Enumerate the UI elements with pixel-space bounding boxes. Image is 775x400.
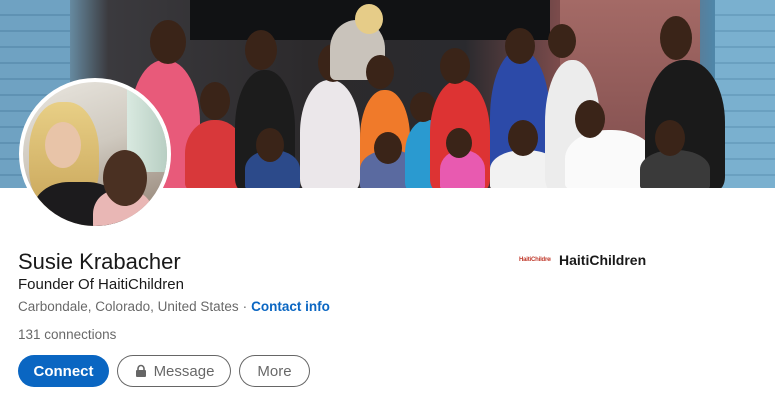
profile-location: Carbondale, Colorado, United States: [18, 299, 239, 314]
more-button[interactable]: More: [239, 355, 310, 387]
current-company[interactable]: HaitiChildren HaitiChildren: [519, 252, 646, 268]
more-button-label: More: [257, 362, 292, 380]
lock-icon: [134, 364, 148, 378]
connect-button-label: Connect: [33, 362, 94, 380]
message-button[interactable]: Message: [117, 355, 231, 387]
location-separator: ·: [242, 299, 248, 314]
connections-number: 131: [18, 327, 41, 342]
company-name: HaitiChildren: [559, 252, 647, 268]
profile-avatar[interactable]: [19, 78, 171, 230]
message-button-label: Message: [153, 362, 215, 380]
connections-count[interactable]: 131 connections: [18, 326, 116, 344]
location-row: Carbondale, Colorado, United States · Cont…: [18, 298, 330, 316]
contact-info-link[interactable]: Contact info: [251, 299, 330, 314]
company-logo: HaitiChildren: [519, 257, 551, 263]
profile-headline: Founder Of HaitiChildren: [18, 276, 184, 293]
connect-button[interactable]: Connect: [18, 355, 109, 387]
connections-label: connections: [44, 327, 117, 342]
profile-name: Susie Krabacher: [18, 249, 181, 274]
